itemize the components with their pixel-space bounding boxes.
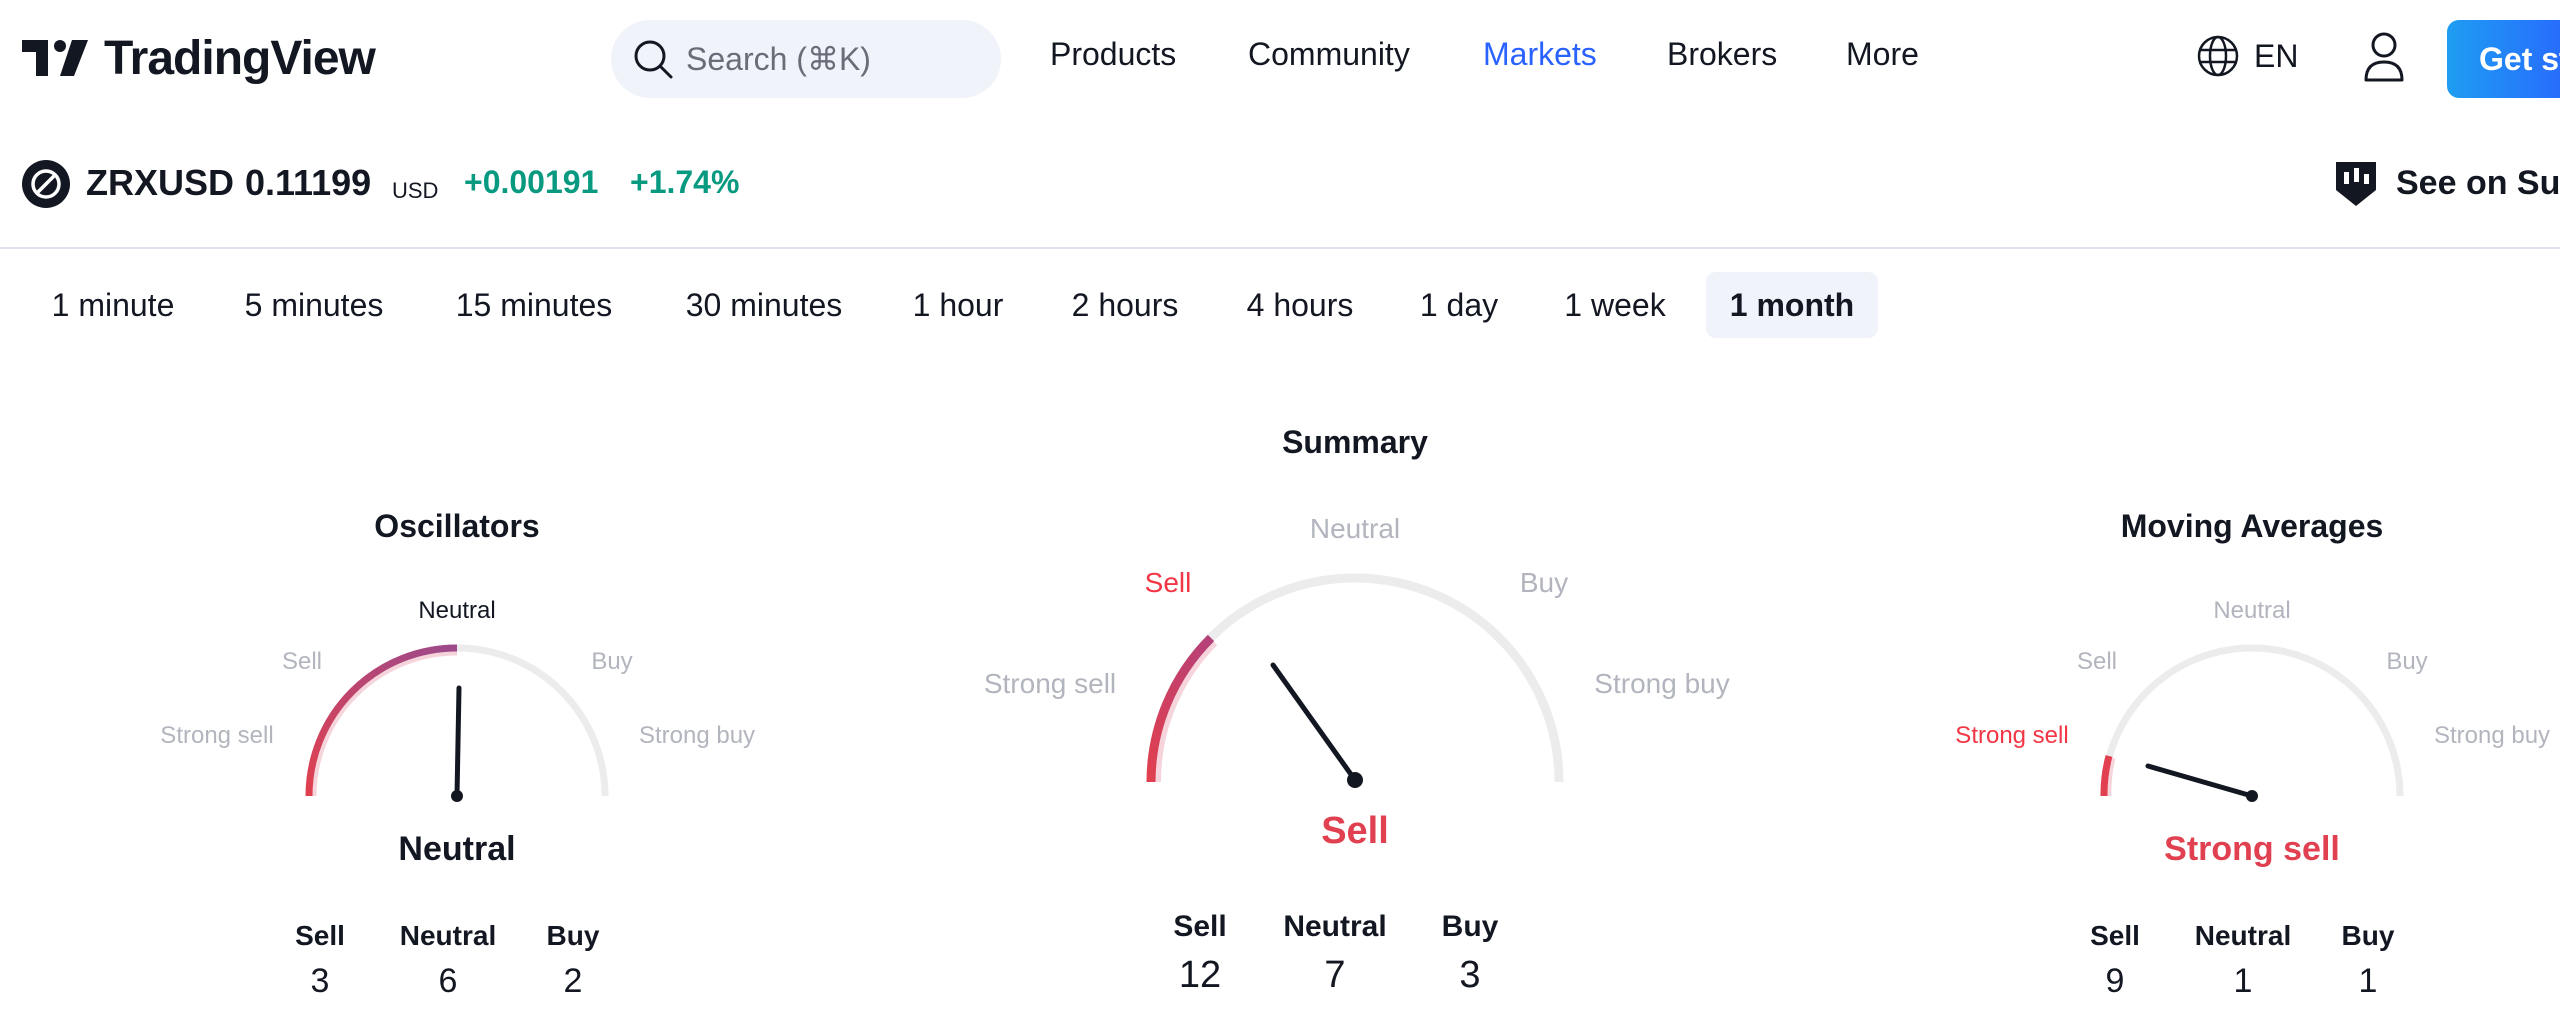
nav-markets[interactable]: Markets bbox=[1483, 36, 1597, 73]
tab-1-week[interactable]: 1 week bbox=[1542, 272, 1688, 338]
osc-label-neutral: Neutral bbox=[418, 597, 496, 624]
summary-result: Sell bbox=[1321, 810, 1389, 852]
search-placeholder: Search (⌘K) bbox=[686, 41, 871, 77]
price-change-percent: +1.74% bbox=[630, 164, 740, 200]
supercharts-icon bbox=[2336, 162, 2376, 206]
nav-more[interactable]: More bbox=[1846, 36, 1919, 73]
tradingview-logo-icon bbox=[22, 40, 88, 76]
osc-count-buy-value: 2 bbox=[563, 962, 583, 1000]
osc-count-neutral-label: Neutral bbox=[399, 920, 497, 951]
summary-title: Summary bbox=[1282, 424, 1428, 460]
ma-gauge-needle bbox=[2145, 763, 2255, 799]
search-input[interactable]: Search (⌘K) bbox=[611, 20, 1001, 98]
osc-label-strong-sell: Strong sell bbox=[160, 722, 274, 749]
moving-averages-result: Strong sell bbox=[2164, 830, 2340, 868]
sum-label-strong-sell: Strong sell bbox=[983, 668, 1117, 699]
osc-count-sell-value: 3 bbox=[310, 962, 330, 1000]
osc-gauge-inner-arc bbox=[311, 650, 458, 797]
globe-icon bbox=[2197, 35, 2239, 77]
symbol-currency: USD bbox=[392, 178, 439, 203]
top-header: TradingView Search (⌘K) Products Communi… bbox=[0, 0, 2560, 118]
sum-count-neutral-value: 7 bbox=[1324, 954, 1346, 996]
sum-count-buy: Buy 3 bbox=[1430, 910, 1510, 997]
osc-count-sell-label: Sell bbox=[295, 920, 345, 951]
ma-count-neutral: Neutral 1 bbox=[2193, 920, 2293, 1001]
supercharts-label: See on Sup bbox=[2396, 163, 2560, 202]
tab-15-minutes[interactable]: 15 minutes bbox=[430, 272, 638, 338]
nav-community[interactable]: Community bbox=[1248, 36, 1410, 73]
summary-gauge bbox=[1146, 573, 1564, 788]
osc-count-neutral: Neutral 6 bbox=[398, 920, 498, 1001]
osc-gauge-active-arc bbox=[305, 644, 458, 797]
sum-count-sell-value: 12 bbox=[1178, 954, 1222, 996]
tab-5-minutes[interactable]: 5 minutes bbox=[220, 272, 408, 338]
search-icon bbox=[634, 40, 673, 79]
osc-count-sell: Sell 3 bbox=[282, 920, 358, 1001]
moving-averages-title: Moving Averages bbox=[2120, 508, 2384, 544]
tradingview-logo[interactable]: TradingView bbox=[22, 30, 376, 86]
nav-brokers[interactable]: Brokers bbox=[1667, 36, 1777, 73]
moving-averages-gauge bbox=[2100, 644, 2404, 802]
sum-count-sell-label: Sell bbox=[1173, 910, 1227, 943]
sum-count-buy-value: 3 bbox=[1459, 954, 1481, 996]
tab-1-minute[interactable]: 1 minute bbox=[28, 272, 198, 338]
tab-4-hours[interactable]: 4 hours bbox=[1222, 272, 1378, 338]
logo-text: TradingView bbox=[104, 31, 376, 85]
zrx-coin-icon bbox=[22, 160, 70, 208]
symbol-name: ZRXUSD bbox=[86, 162, 235, 203]
ma-count-buy-value: 1 bbox=[2358, 962, 2378, 1000]
sum-count-sell: Sell 12 bbox=[1160, 910, 1240, 997]
ma-count-sell: Sell 9 bbox=[2077, 920, 2153, 1001]
tab-1-month[interactable]: 1 month bbox=[1706, 272, 1878, 338]
language-label: EN bbox=[2254, 37, 2299, 74]
nav-products[interactable]: Products bbox=[1050, 36, 1176, 73]
osc-count-buy-label: Buy bbox=[546, 920, 600, 951]
sum-label-strong-buy: Strong buy bbox=[1594, 668, 1730, 699]
tab-1-hour[interactable]: 1 hour bbox=[890, 272, 1026, 338]
tab-2-hours[interactable]: 2 hours bbox=[1050, 272, 1200, 338]
oscillators-gauge bbox=[305, 644, 609, 802]
ma-label-strong-sell: Strong sell bbox=[1955, 722, 2069, 749]
ma-count-sell-label: Sell bbox=[2090, 920, 2140, 951]
sum-gauge-needle bbox=[1270, 662, 1358, 783]
osc-count-neutral-value: 6 bbox=[438, 962, 458, 1000]
oscillators-result: Neutral bbox=[398, 830, 516, 868]
summary-counts: Sell 12 Neutral 7 Buy 3 bbox=[1160, 910, 1510, 997]
user-icon[interactable] bbox=[2362, 30, 2406, 84]
sum-count-buy-label: Buy bbox=[1441, 910, 1499, 943]
ma-count-buy: Buy 1 bbox=[2333, 920, 2403, 1001]
language-selector[interactable]: EN bbox=[2196, 34, 2298, 78]
get-started-button[interactable]: Get st bbox=[2447, 20, 2560, 98]
ma-count-neutral-label: Neutral bbox=[2194, 920, 2292, 951]
ma-label-neutral: Neutral bbox=[2213, 597, 2291, 624]
see-on-supercharts-link[interactable]: See on Sup bbox=[2330, 158, 2560, 208]
ma-count-neutral-value: 1 bbox=[2233, 962, 2253, 1000]
sum-label-neutral: Neutral bbox=[1309, 513, 1401, 544]
price-change: +0.00191 bbox=[464, 164, 599, 200]
sum-gauge-track bbox=[1146, 573, 1564, 783]
sum-gauge-pivot bbox=[1347, 772, 1363, 788]
moving-averages-counts: Sell 9 Neutral 1 Buy 1 bbox=[2077, 920, 2403, 1001]
osc-gauge-needle bbox=[454, 685, 462, 799]
sum-count-neutral-label: Neutral bbox=[1283, 910, 1387, 943]
oscillators-counts: Sell 3 Neutral 6 Buy 2 bbox=[282, 920, 608, 1001]
tab-1-day[interactable]: 1 day bbox=[1400, 272, 1518, 338]
ma-count-buy-label: Buy bbox=[2341, 920, 2395, 951]
osc-label-strong-buy: Strong buy bbox=[638, 722, 756, 749]
oscillators-title: Oscillators bbox=[374, 508, 540, 544]
ma-gauge-track bbox=[2100, 644, 2404, 797]
symbol-price: 0.11199 bbox=[245, 162, 372, 203]
section-divider bbox=[0, 247, 2560, 249]
sum-count-neutral: Neutral 7 bbox=[1280, 910, 1390, 997]
osc-gauge-pivot bbox=[451, 790, 463, 802]
ma-count-sell-value: 9 bbox=[2105, 962, 2125, 1000]
osc-count-buy: Buy 2 bbox=[538, 920, 608, 1001]
tab-30-minutes[interactable]: 30 minutes bbox=[662, 272, 866, 338]
ma-label-strong-buy: Strong buy bbox=[2433, 722, 2551, 749]
ma-gauge-pivot bbox=[2246, 790, 2258, 802]
